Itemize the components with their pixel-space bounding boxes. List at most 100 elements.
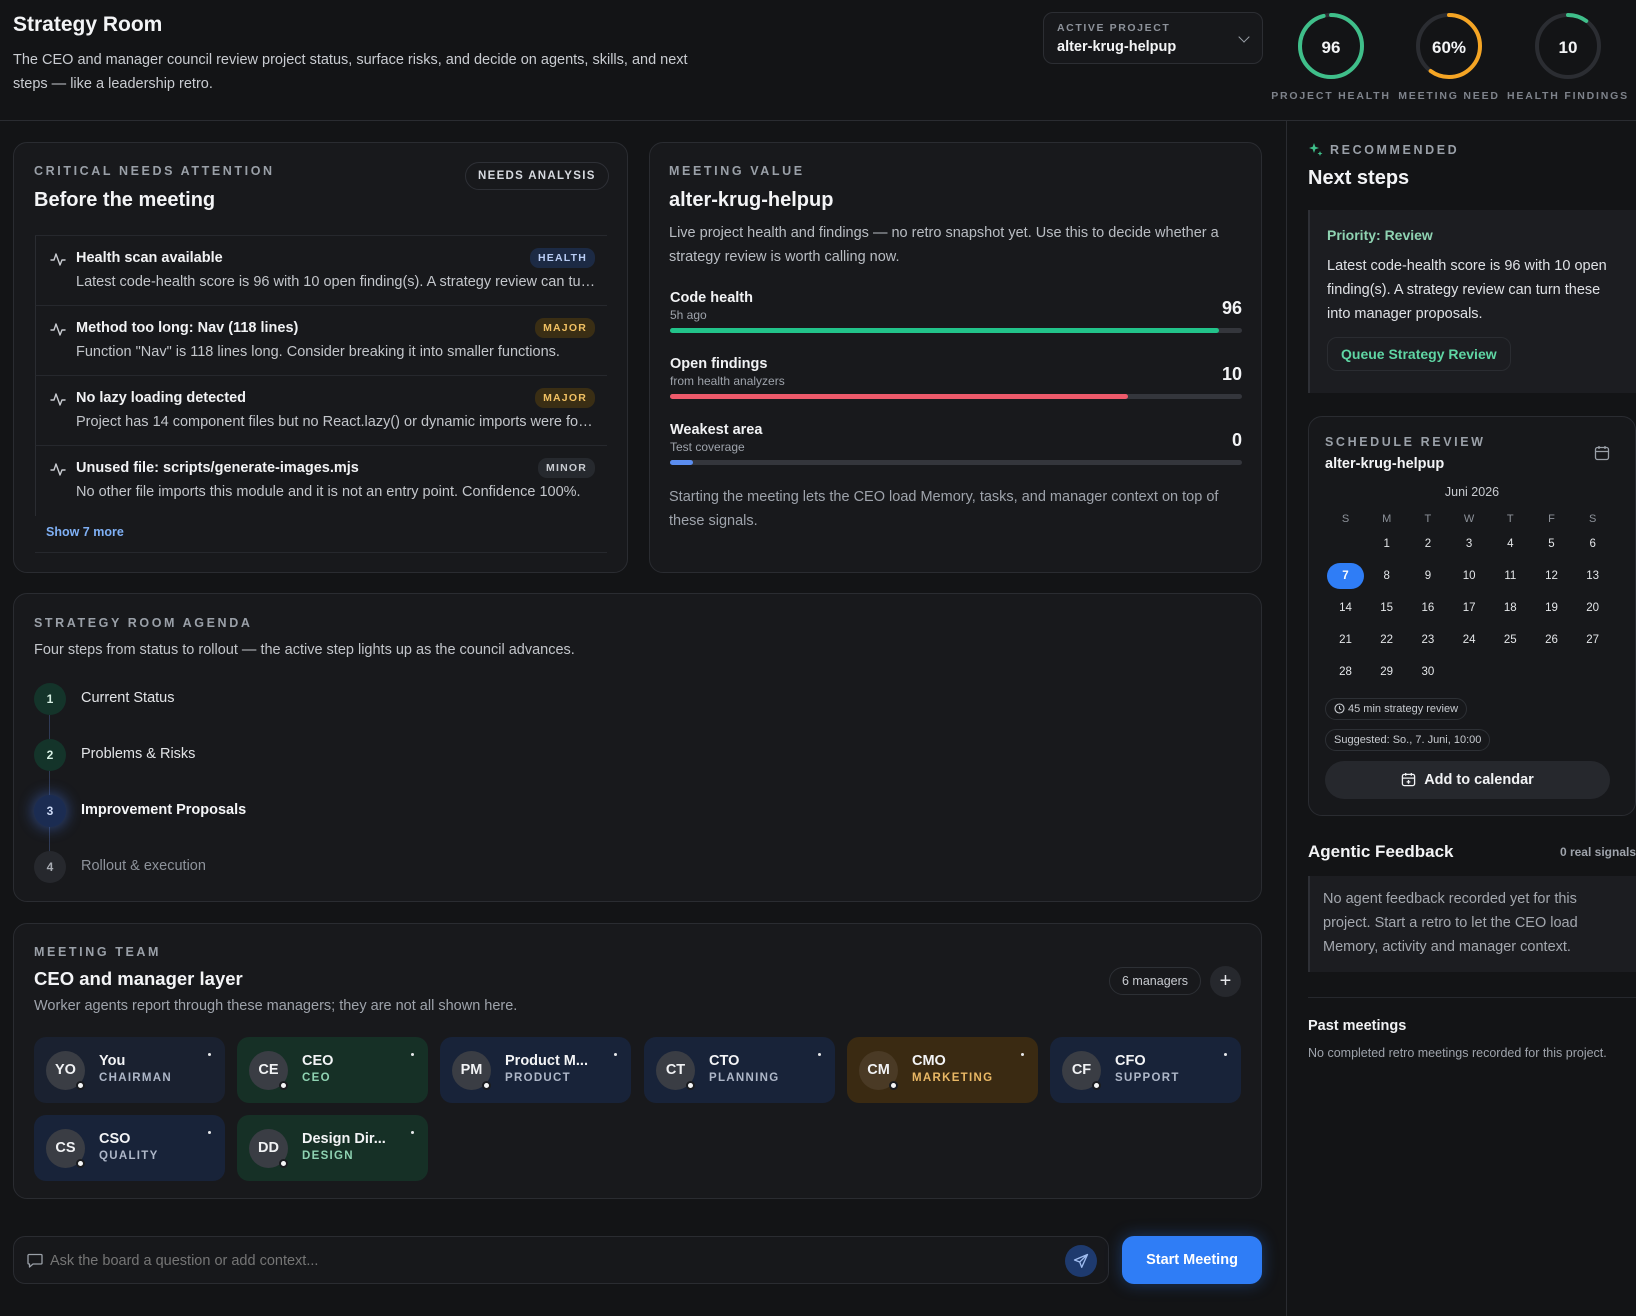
calendar-day[interactable]: 13 (1574, 563, 1611, 589)
meeting-value-description: Live project health and findings — no re… (669, 225, 1219, 265)
calendar-day[interactable]: 30 (1409, 659, 1446, 685)
agenda-eyebrow: STRATEGY ROOM AGENDA (34, 616, 253, 630)
status-dot (279, 1159, 288, 1168)
calendar-day[interactable]: 4 (1492, 531, 1529, 557)
member-role: CEO (302, 1072, 331, 1084)
calendar-day[interactable]: 3 (1451, 531, 1488, 557)
status-dot (279, 1081, 288, 1090)
queue-strategy-review-button[interactable]: Queue Strategy Review (1327, 337, 1511, 371)
code-health-metric: Code health 5h ago 96 (670, 290, 1242, 352)
add-to-calendar-button[interactable]: Add to calendar (1325, 761, 1610, 799)
calendar-day[interactable]: 24 (1451, 627, 1488, 653)
more-icon[interactable] (614, 1053, 617, 1056)
more-icon[interactable] (411, 1131, 414, 1134)
weekday-label: M (1382, 513, 1392, 525)
member-role: DESIGN (302, 1150, 354, 1162)
agenda-step-2[interactable]: 2 Problems & Risks (34, 737, 634, 777)
calendar-day[interactable]: 20 (1574, 595, 1611, 621)
agenda-step-1[interactable]: 1 Current Status (34, 681, 634, 721)
finding-item[interactable]: Health scan available Latest code-health… (35, 236, 607, 306)
finding-title: Unused file: scripts/generate-images.mjs (76, 460, 359, 476)
calendar-day[interactable]: 21 (1327, 627, 1364, 653)
active-project-select[interactable]: ACTIVE PROJECT alter-krug-helpup (1043, 12, 1263, 64)
project-health-value: 96 (1321, 38, 1341, 57)
calendar-grid: S M T W T F S 1 2 3 4 5 6 7 8 9 10 11 12 13 14 15 16 17 18 19 20 21… (1309, 417, 1635, 817)
more-icon[interactable] (208, 1053, 211, 1056)
finding-title: Health scan available (76, 250, 223, 266)
member-card-cfo[interactable]: CF CFO SUPPORT (1050, 1037, 1241, 1103)
show-more-link[interactable]: Show 7 more (46, 525, 124, 539)
more-icon[interactable] (1021, 1053, 1024, 1056)
more-icon[interactable] (208, 1131, 211, 1134)
calendar-day[interactable]: 5 (1533, 531, 1570, 557)
member-card-you[interactable]: YO You CHAIRMAN (34, 1037, 225, 1103)
calendar-day[interactable]: 6 (1574, 531, 1611, 557)
calendar-day[interactable]: 17 (1451, 595, 1488, 621)
calendar-day[interactable]: 14 (1327, 595, 1364, 621)
calendar-day[interactable]: 2 (1409, 531, 1446, 557)
finding-item[interactable]: Unused file: scripts/generate-images.mjs… (35, 446, 607, 516)
calendar-day[interactable]: 22 (1368, 627, 1405, 653)
status-dot (76, 1081, 85, 1090)
clock-icon (1334, 703, 1345, 714)
duration-pill: 45 min strategy review (1325, 698, 1468, 720)
question-input[interactable] (50, 1248, 1050, 1274)
more-icon[interactable] (411, 1053, 414, 1056)
calendar-day[interactable]: 9 (1409, 563, 1446, 589)
metric-bar-fill (670, 328, 1220, 333)
member-name: Product M... (505, 1053, 588, 1069)
member-card-cso[interactable]: CS CSO QUALITY (34, 1115, 225, 1181)
calendar-day[interactable]: 15 (1368, 595, 1405, 621)
more-icon[interactable] (818, 1053, 821, 1056)
calendar-day[interactable]: 23 (1409, 627, 1446, 653)
calendar-day[interactable]: 28 (1327, 659, 1364, 685)
member-card-product[interactable]: PM Product M... PRODUCT (440, 1037, 631, 1103)
add-manager-button[interactable]: + (1210, 966, 1241, 997)
finding-item[interactable]: Method too long: Nav (118 lines) Functio… (35, 306, 607, 376)
more-icon[interactable] (1224, 1053, 1227, 1056)
meeting-value-footer: Starting the meeting lets the CEO load M… (669, 489, 1219, 529)
member-name: CSO (99, 1131, 131, 1147)
finding-item[interactable]: No lazy loading detected Project has 14 … (35, 376, 607, 446)
calendar-day[interactable]: 11 (1492, 563, 1529, 589)
feedback-title: Agentic Feedback (1308, 842, 1454, 861)
activity-icon (50, 323, 66, 336)
agenda-step-3[interactable]: 3 Improvement Proposals (34, 793, 634, 833)
major-badge: MAJOR (535, 318, 595, 338)
start-meeting-button[interactable]: Start Meeting (1122, 1236, 1262, 1284)
member-card-cto[interactable]: CT CTO PLANNING (644, 1037, 835, 1103)
calendar-day[interactable]: 18 (1492, 595, 1529, 621)
calendar-day[interactable]: 26 (1533, 627, 1570, 653)
calendar-day[interactable]: 7 (1327, 563, 1364, 589)
calendar-day[interactable]: 16 (1409, 595, 1446, 621)
step-label: Rollout & execution (81, 858, 206, 874)
schedule-review-card: SCHEDULE REVIEW alter-krug-helpup Juni 2… (1308, 416, 1636, 816)
calendar-day[interactable]: 27 (1574, 627, 1611, 653)
message-icon (27, 1253, 43, 1268)
question-composer[interactable] (13, 1236, 1109, 1284)
member-card-ceo[interactable]: CE CEO CEO (237, 1037, 428, 1103)
send-button[interactable] (1065, 1245, 1097, 1277)
calendar-day[interactable]: 10 (1451, 563, 1488, 589)
sidebar: RECOMMENDED Next steps Priority: Review … (1286, 121, 1636, 1316)
project-health-label: PROJECT HEALTH (1271, 90, 1391, 102)
calendar-day[interactable]: 12 (1533, 563, 1570, 589)
member-card-cmo[interactable]: CM CMO MARKETING (847, 1037, 1038, 1103)
past-meetings-title: Past meetings (1308, 1018, 1407, 1034)
needs-analysis-tag: NEEDS ANALYSIS (465, 162, 609, 190)
calendar-day[interactable]: 1 (1368, 531, 1405, 557)
calendar-day[interactable]: 8 (1368, 563, 1405, 589)
member-card-design[interactable]: DD Design Dir... DESIGN (237, 1115, 428, 1181)
metric-value: 10 (1221, 364, 1242, 384)
activity-icon (50, 463, 66, 476)
active-project-label: ACTIVE PROJECT (1057, 22, 1171, 34)
priority-description: Latest code-health score is 96 with 10 o… (1327, 258, 1607, 322)
step-number: 3 (34, 795, 66, 827)
calendar-day[interactable]: 25 (1492, 627, 1529, 653)
weakest-area-metric: Weakest area Test coverage 0 (670, 422, 1242, 484)
agenda-step-4[interactable]: 4 Rollout & execution (34, 849, 634, 889)
calendar-day[interactable]: 19 (1533, 595, 1570, 621)
meeting-value-card: MEETING VALUE alter-krug-helpup Live pro… (649, 142, 1262, 573)
calendar-day[interactable]: 29 (1368, 659, 1405, 685)
page-title: Strategy Room (13, 13, 163, 36)
